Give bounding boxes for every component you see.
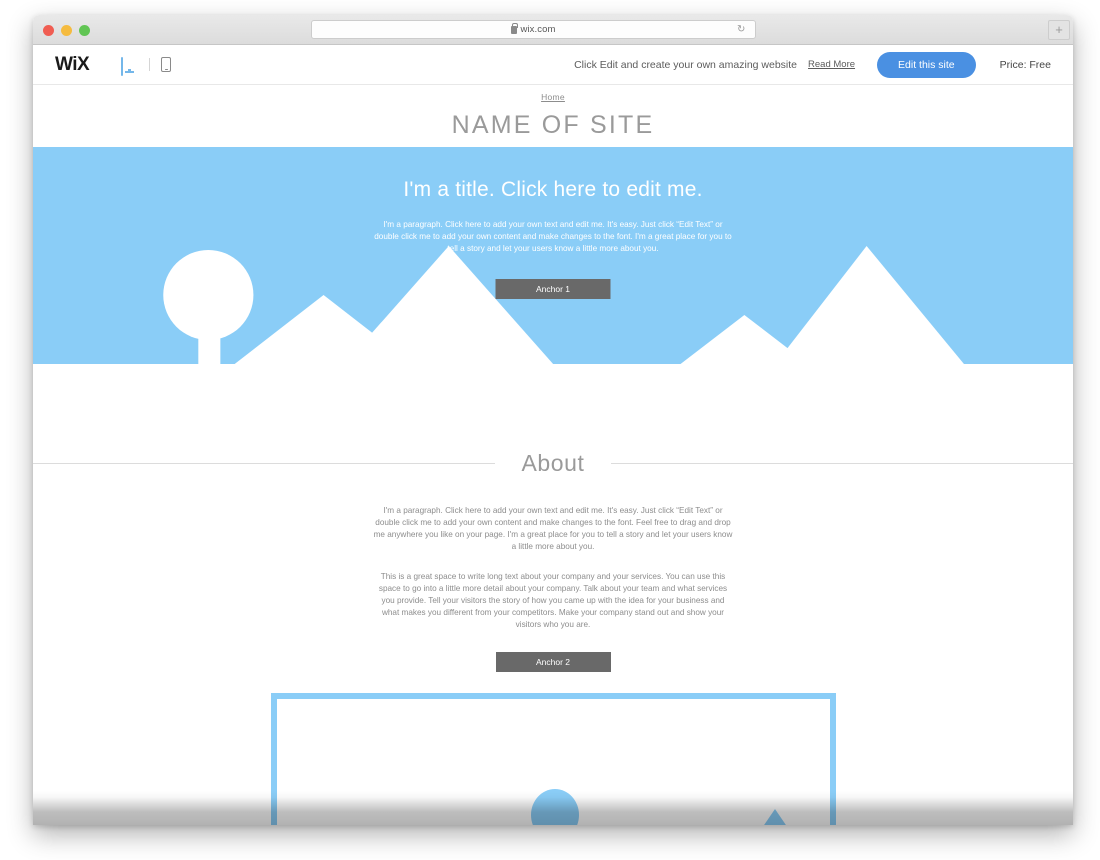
section-spacer — [33, 373, 1073, 443]
about-paragraph-1: I'm a paragraph. Click here to add your … — [373, 506, 733, 552]
browser-window: wix.com ↻ + WiX Click Edit and create yo… — [33, 15, 1073, 825]
divider-right — [603, 463, 1073, 464]
edit-this-site-button[interactable]: Edit this site — [877, 51, 976, 78]
reload-icon[interactable]: ↻ — [737, 25, 747, 35]
minimize-window-button[interactable] — [61, 25, 72, 36]
mobile-icon[interactable] — [161, 57, 172, 72]
about-heading: About — [495, 449, 611, 477]
desktop-icon[interactable] — [121, 56, 138, 76]
hero-title: I'm a title. Click here to edit me. — [403, 178, 703, 201]
price-label: Price: Free — [999, 58, 1051, 71]
browser-titlebar: wix.com ↻ + — [33, 15, 1073, 45]
wix-editor-bar: WiX Click Edit and create your own amazi… — [33, 45, 1073, 85]
close-window-button[interactable] — [43, 25, 54, 36]
read-more-link[interactable]: Read More — [808, 59, 855, 70]
site-header: Home NAME OF SITE — [33, 85, 1073, 147]
wix-logo[interactable]: WiX — [55, 54, 90, 76]
zoom-window-button[interactable] — [79, 25, 90, 36]
url-text: wix.com — [520, 24, 556, 35]
address-bar[interactable]: wix.com ↻ — [311, 20, 756, 39]
promo-text: Click Edit and create your own amazing w… — [574, 58, 798, 71]
anchor-1-button[interactable]: Anchor 1 — [495, 279, 611, 299]
hero-paragraph: I'm a paragraph. Click here to add your … — [374, 220, 732, 253]
divider — [149, 58, 151, 71]
new-tab-button[interactable]: + — [1048, 20, 1070, 40]
about-paragraph-2: This is a great space to write long text… — [378, 571, 728, 630]
hero-illustration — [33, 246, 1073, 373]
framed-image — [270, 693, 836, 825]
editor-bar-right: Click Edit and create your own amazing w… — [574, 51, 1051, 78]
site-viewport: WiX Click Edit and create your own amazi… — [33, 45, 1073, 825]
hero-section: I'm a title. Click here to edit me. I'm … — [33, 147, 1073, 373]
url-display: wix.com — [511, 23, 556, 35]
anchor-2-button[interactable]: Anchor 2 — [495, 652, 611, 673]
about-body: I'm a paragraph. Click here to add your … — [373, 505, 733, 631]
about-heading-row: About — [33, 443, 1073, 483]
lock-icon — [511, 23, 519, 34]
divider-left — [33, 463, 503, 464]
nav-item-home[interactable]: Home — [541, 92, 565, 102]
page-title: NAME OF SITE — [451, 111, 655, 139]
device-toggle-group — [121, 56, 172, 76]
traffic-lights — [43, 25, 90, 36]
framed-image-illustration — [530, 789, 786, 825]
